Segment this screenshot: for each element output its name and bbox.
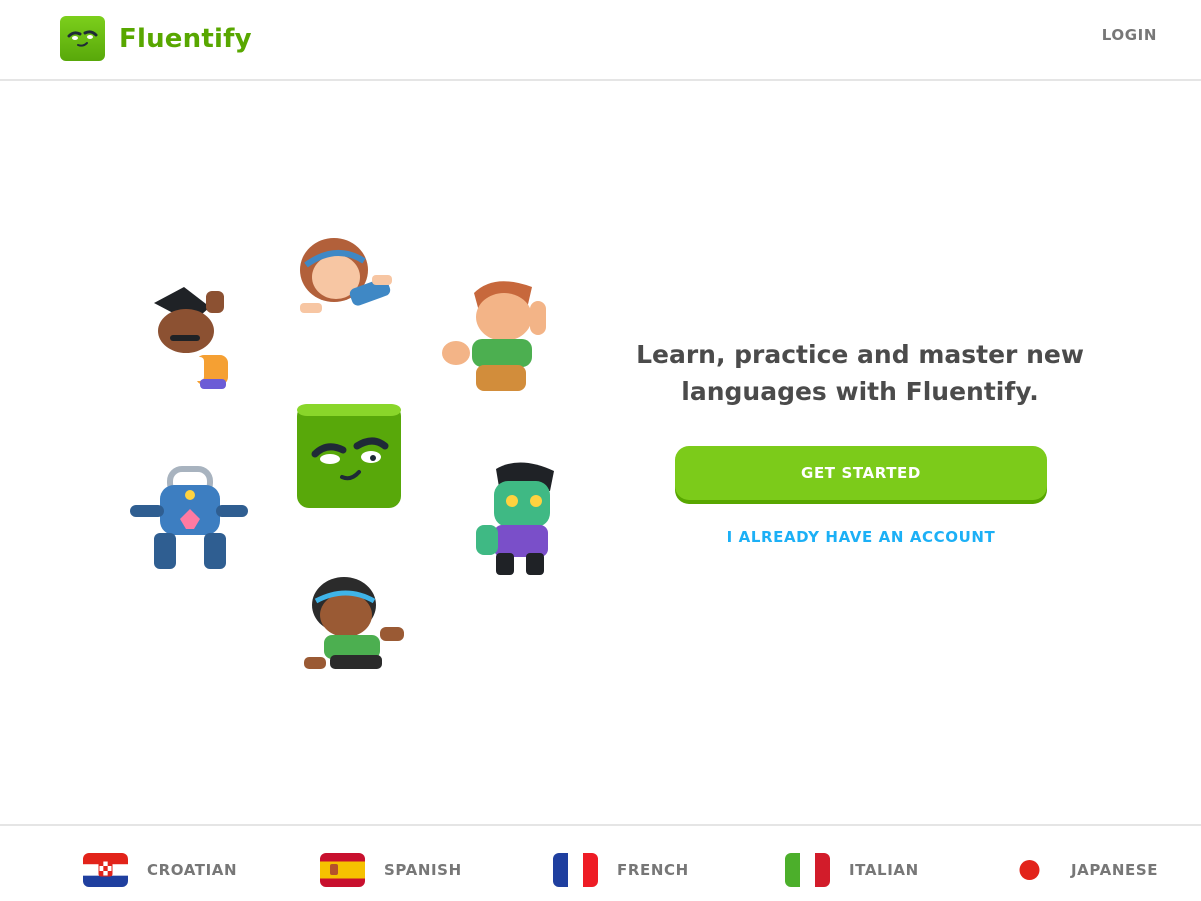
france-flag-icon — [553, 853, 598, 887]
language-label: FRENCH — [617, 861, 689, 879]
japan-flag-icon — [1007, 853, 1052, 887]
characters-illustration — [120, 225, 580, 695]
boy-character-icon — [442, 281, 546, 391]
existing-account-button[interactable]: I ALREADY HAVE AN ACCOUNT — [675, 528, 1047, 554]
mascot-logo-icon — [60, 16, 105, 61]
language-bar: CROATIAN SPANISH FRENCH ITALIAN JAPANESE — [0, 824, 1201, 901]
brand-name: Fluentify — [119, 23, 252, 54]
italy-flag-icon — [785, 853, 830, 887]
language-label: ITALIAN — [849, 861, 919, 879]
language-french[interactable]: FRENCH — [553, 853, 689, 887]
language-japanese[interactable]: JAPANESE — [1007, 853, 1158, 887]
login-link[interactable]: LOGIN — [1102, 26, 1157, 44]
language-spanish[interactable]: SPANISH — [320, 853, 462, 887]
croatia-flag-icon — [83, 853, 128, 887]
mustache-man-character-icon — [154, 287, 228, 389]
mascot-center-icon — [297, 404, 401, 508]
hero-headline: Learn, practice and master new languages… — [636, 340, 1084, 406]
language-label: SPANISH — [384, 861, 462, 879]
sporty-girl-character-icon — [304, 577, 404, 669]
girl-character-icon — [300, 238, 392, 313]
language-croatian[interactable]: CROATIAN — [83, 853, 237, 887]
spain-flag-icon — [320, 853, 365, 887]
language-italian[interactable]: ITALIAN — [785, 853, 919, 887]
language-label: CROATIAN — [147, 861, 238, 879]
language-label: JAPANESE — [1071, 861, 1159, 879]
zombie-character-icon — [476, 462, 554, 575]
get-started-button[interactable]: GET STARTED — [675, 446, 1047, 500]
brand-logo[interactable]: Fluentify — [60, 16, 252, 61]
robot-character-icon — [130, 466, 248, 569]
top-bar: Fluentify LOGIN — [0, 0, 1201, 81]
